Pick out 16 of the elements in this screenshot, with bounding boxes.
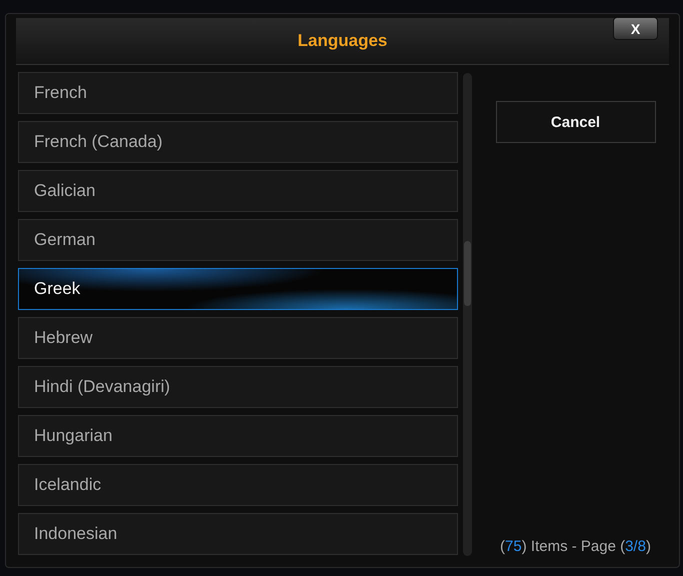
language-item[interactable]: German	[18, 219, 458, 261]
language-item[interactable]: French (Canada)	[18, 121, 458, 163]
dialog-title: Languages	[298, 31, 388, 51]
language-item[interactable]: Indonesian	[18, 513, 458, 555]
language-item[interactable]: Greek	[18, 268, 458, 310]
language-item[interactable]: Hindi (Devanagiri)	[18, 366, 458, 408]
close-button[interactable]: X	[613, 17, 658, 40]
language-item[interactable]: Galician	[18, 170, 458, 212]
scrollbar-thumb[interactable]	[464, 241, 471, 306]
language-item[interactable]: French	[18, 72, 458, 114]
language-item[interactable]: Hungarian	[18, 415, 458, 457]
language-item[interactable]: Hebrew	[18, 317, 458, 359]
language-item[interactable]: Icelandic	[18, 464, 458, 506]
cancel-button[interactable]: Cancel	[496, 101, 656, 143]
page-info: (75) Items - Page (3/8)	[500, 538, 651, 555]
scrollbar[interactable]	[463, 73, 472, 556]
